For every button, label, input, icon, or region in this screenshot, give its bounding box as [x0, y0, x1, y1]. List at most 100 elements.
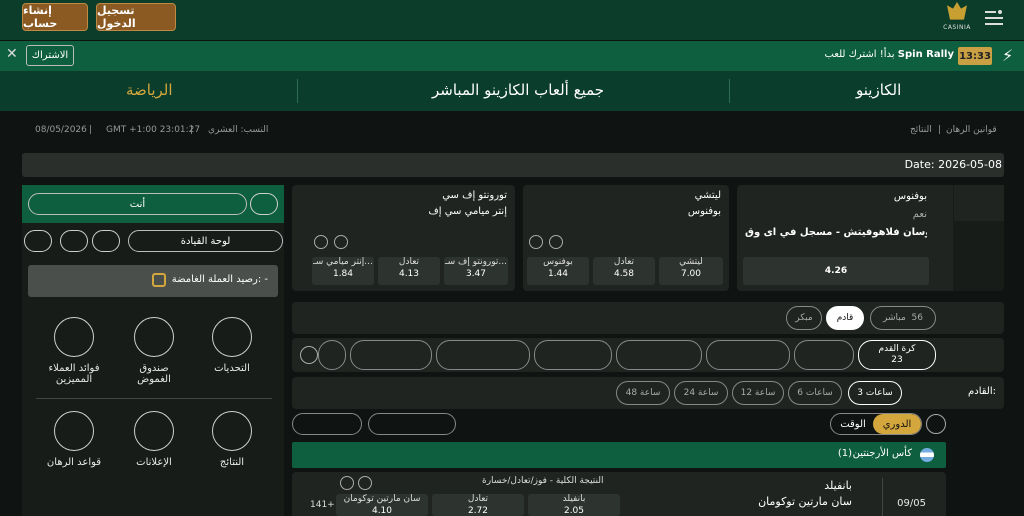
betting-rules-item[interactable]: قواعد الرهان [44, 411, 104, 468]
settings-icon[interactable] [926, 414, 946, 434]
hours-chip[interactable]: 6 ساعات [788, 381, 842, 405]
team-away: سان مارتين توكومان [758, 495, 852, 508]
dashboard-button[interactable]: لوحة القيادة [128, 230, 283, 252]
top-header: إنشاء حساب تسجيل الدخول CASINIA [0, 0, 1024, 40]
upcoming-filter[interactable]: قادم [826, 306, 864, 330]
odds-button[interactable]: ليتشي 7.00 [659, 257, 723, 285]
results-icon [212, 411, 252, 451]
nav-divider [297, 79, 298, 103]
odds-button[interactable]: تعادل 4.58 [593, 257, 655, 285]
info-divider: | [190, 125, 194, 135]
coin-icon [152, 273, 166, 287]
football-chip[interactable]: كرة القدم 23 [858, 340, 936, 370]
nav-divider [729, 79, 730, 103]
nav-live-casino[interactable]: جميع ألعاب الكازينو المباشر [432, 81, 604, 99]
icon-button[interactable] [60, 230, 88, 252]
signup-button[interactable]: إنشاء حساب [22, 3, 88, 31]
toggle-button[interactable] [250, 193, 278, 215]
sport-chip[interactable] [350, 340, 432, 370]
stats-icon[interactable] [340, 476, 354, 490]
market-title: النتيجة الكلية - فوز/تعادل/خسارة [482, 476, 604, 486]
subscribe-button[interactable]: الاشتراك [26, 45, 74, 66]
promo-banner: ✕ الاشتراك Spin Rally بدأ! اشترك للعب 13… [0, 41, 1024, 71]
stats-icon[interactable] [529, 235, 543, 249]
info-divider: | [89, 125, 93, 135]
featured-carousel: تورونتو إف سي إنتر ميامي سي إف تورونتو إف… [292, 185, 1004, 295]
menu-icon[interactable] [985, 10, 1003, 26]
crown-icon [947, 2, 967, 20]
mystery-balance: رصيد العملة الغامضة: - [28, 265, 278, 297]
info-time: GMT +1:00 23:01:27 [106, 125, 201, 135]
dropdown[interactable] [292, 413, 362, 435]
sport-chip[interactable] [616, 340, 702, 370]
odds-format[interactable]: النسب: العشري [208, 125, 268, 135]
odds-button[interactable]: بوفنوس 1.44 [527, 257, 589, 285]
sports-bar: كرة القدم 23 [292, 338, 1004, 372]
match-row[interactable]: 09/05 بانفيلد سان مارتين توكومان النتيجة… [292, 472, 946, 516]
odds-button[interactable]: 4.26 [743, 257, 929, 285]
sport-chip[interactable] [706, 340, 790, 370]
favorite-icon[interactable] [334, 235, 348, 249]
results-item[interactable]: النتائج [202, 411, 262, 468]
hours-chip[interactable]: 24 ساعة [674, 381, 728, 405]
sport-chip[interactable] [534, 340, 612, 370]
featured-card[interactable]: ليتشي بوفنوس ليتشي 7.00 تعادل 4.58 بوفنوس 1.… [523, 185, 729, 291]
sport-chip[interactable] [318, 340, 346, 370]
mystery-box-icon [134, 317, 174, 357]
login-button[interactable]: تسجيل الدخول [96, 3, 176, 31]
rules-link[interactable]: قوانين الرهان [946, 125, 997, 135]
hours-chip[interactable]: 3 ساعات [848, 381, 902, 405]
left-panel: أنت لوحة القيادة رصيد العملة الغامضة: - … [22, 185, 284, 516]
sport-chip[interactable] [794, 340, 854, 370]
sort-toggle: الدوري الوقت [830, 413, 922, 435]
odds-button[interactable]: تعادل 4.13 [378, 257, 440, 285]
main-nav: الرياضة جميع ألعاب الكازينو المباشر الكا… [0, 71, 1024, 111]
vip-benefits-item[interactable]: فوائد العملاء المميزين [44, 317, 104, 385]
odds-button[interactable]: سان مارتين توكومان 4.10 [336, 494, 428, 516]
odds-button[interactable]: تعادل 2.72 [432, 494, 524, 516]
hours-chip[interactable]: 12 ساعة [732, 381, 784, 405]
status-filter-bar: مباشر 56 قادم مبكر [292, 302, 1004, 334]
user-bar: أنت [22, 185, 284, 223]
hours-chip[interactable]: 48 ساعة [616, 381, 670, 405]
close-icon[interactable]: ✕ [6, 46, 18, 62]
challenges-item[interactable]: التحديات [202, 317, 262, 374]
side-panel [954, 185, 1004, 221]
odds-button[interactable]: تورونتو إف سـ... 3.47 [444, 257, 508, 285]
stats-icon[interactable] [314, 235, 328, 249]
more-markets[interactable]: 141+ [310, 500, 335, 510]
info-divider: | [938, 125, 942, 135]
nav-sports[interactable]: الرياضة [126, 81, 173, 99]
sport-chip[interactable] [436, 340, 530, 370]
live-filter[interactable]: مباشر 56 [870, 306, 936, 330]
results-link[interactable]: النتائج [910, 125, 932, 135]
lightning-icon: ⚡ [1002, 46, 1014, 65]
favorite-icon[interactable] [358, 476, 372, 490]
league-tab[interactable]: الدوري [873, 414, 921, 434]
announcements-icon [134, 411, 174, 451]
dropdown[interactable] [368, 413, 456, 435]
odds-button[interactable]: إنتر ميامي سـ... 1.84 [312, 257, 374, 285]
odds-button[interactable]: بانفيلد 2.05 [528, 494, 620, 516]
nav-casino[interactable]: الكازينو [856, 81, 901, 99]
icon-button[interactable] [24, 230, 52, 252]
scroll-icon[interactable] [300, 346, 318, 364]
favorite-icon[interactable] [549, 235, 563, 249]
time-tab[interactable]: الوقت [831, 414, 875, 434]
promo-timer: 13:33 [958, 47, 992, 65]
mystery-box-item[interactable]: صندوق الغموض [124, 317, 184, 385]
argentina-flag-icon [920, 448, 934, 462]
casinia-logo[interactable]: CASINIA [940, 2, 974, 36]
announcements-item[interactable]: الإعلانات [124, 411, 184, 468]
icon-button[interactable] [92, 230, 120, 252]
match-date-cell: 09/05 [882, 478, 942, 516]
you-pill[interactable]: أنت [28, 193, 247, 215]
date-bar: Date: 2026-05-08 [22, 153, 1004, 177]
featured-card[interactable]: تورونتو إف سي إنتر ميامي سي إف تورونتو إف… [292, 185, 515, 291]
info-bar: 08/05/2026 | GMT +1:00 23:01:27 | النسب:… [22, 118, 1004, 144]
league-header[interactable]: كأس الأرجنتين (1) [292, 442, 946, 468]
rules-icon [54, 411, 94, 451]
early-filter[interactable]: مبكر [786, 306, 822, 330]
promo-text: Spin Rally بدأ! اشترك للعب [824, 49, 954, 60]
divider [36, 398, 272, 399]
